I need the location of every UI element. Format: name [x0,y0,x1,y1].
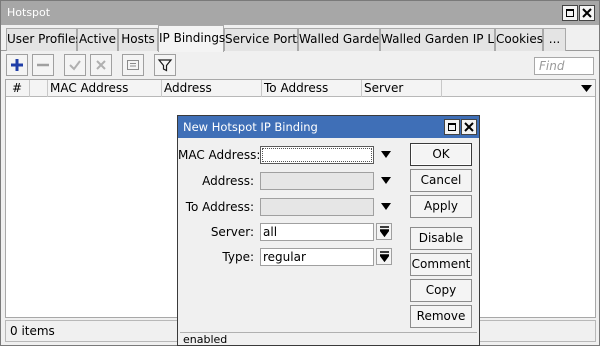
remove-button[interactable]: Remove [410,305,472,328]
type-dropdown-button[interactable] [376,248,392,265]
to-address-dropdown-icon[interactable] [381,203,391,210]
tab-active[interactable]: Active [77,28,118,51]
filter-icon [157,59,173,72]
maximize-icon [566,9,574,17]
column-header-server[interactable]: Server [362,80,442,97]
column-header-to-address[interactable]: To Address [262,80,362,97]
disable-button[interactable]: Disable [410,227,472,250]
type-select[interactable]: regular [260,248,374,266]
tab-cookies[interactable]: Cookies [495,28,543,51]
cross-icon [96,60,106,70]
mac-address-input[interactable] [260,146,374,164]
server-label: Server: [210,225,254,239]
copy-button[interactable]: Copy [410,279,472,302]
dialog-status-text: enabled [180,332,477,346]
column-header-address[interactable]: Address [162,80,262,97]
apply-button[interactable]: Apply [410,195,472,218]
to-address-label: To Address: [185,200,254,214]
item-count: 0 items [10,324,55,338]
new-ip-binding-dialog: New Hotspot IP Binding MAC Address: Addr… [177,115,480,346]
tab-user-profiles[interactable]: User Profiles [6,28,82,51]
close-icon [464,122,474,132]
mac-address-label: MAC Address: [178,148,261,162]
type-label: Type: [222,250,254,264]
tab-more[interactable]: ... [543,28,566,51]
close-button[interactable] [579,5,595,21]
table-header: # MAC Address Address To Address Server [6,80,595,97]
tab-walled-garden-ip-list[interactable]: Walled Garden IP List [380,28,508,51]
remove-button[interactable] [32,54,54,76]
address-input[interactable] [260,172,374,190]
tab-ip-bindings[interactable]: IP Bindings [158,25,225,52]
dropdown-arrow-icon [380,251,389,262]
server-dropdown-button[interactable] [376,223,392,240]
server-select[interactable]: all [260,223,374,241]
columns-dropdown-icon[interactable] [581,85,592,92]
comment-icon [127,60,139,70]
dialog-close-button[interactable] [461,119,477,135]
dialog-title: New Hotspot IP Binding [183,120,318,134]
maximize-icon [448,123,456,131]
dialog-titlebar[interactable]: New Hotspot IP Binding [178,116,479,138]
tab-hosts[interactable]: Hosts [118,28,158,51]
window-titlebar[interactable]: Hotspot [1,1,599,25]
disable-button[interactable] [90,54,112,76]
dropdown-arrow-icon [380,226,389,237]
minus-icon [37,63,49,67]
tab-service-ports[interactable]: Service Ports [224,28,303,51]
filter-button[interactable] [154,54,176,76]
window-title: Hotspot [7,6,51,19]
ok-button[interactable]: OK [410,143,472,166]
address-dropdown-icon[interactable] [381,177,391,184]
find-input[interactable]: Find [534,57,594,75]
maximize-button[interactable] [562,5,578,21]
enable-button[interactable] [64,54,86,76]
comment-button[interactable] [122,54,144,76]
comment-button[interactable]: Comment [410,253,472,276]
add-button[interactable] [6,54,28,76]
address-label: Address: [202,174,254,188]
mac-address-dropdown-icon[interactable] [381,151,391,158]
column-header-number[interactable]: # [6,80,30,97]
cancel-button[interactable]: Cancel [410,169,472,192]
dialog-maximize-button[interactable] [444,119,460,135]
to-address-input[interactable] [260,198,374,216]
tab-walled-garden[interactable]: Walled Garden [298,28,387,51]
tab-bar: User Profiles Active Hosts IP Bindings S… [1,25,599,52]
column-header-mac-address[interactable]: MAC Address [48,80,162,97]
close-icon [582,8,592,18]
column-header-flags[interactable] [30,80,48,97]
check-icon [69,60,81,71]
plus-icon [11,59,23,71]
